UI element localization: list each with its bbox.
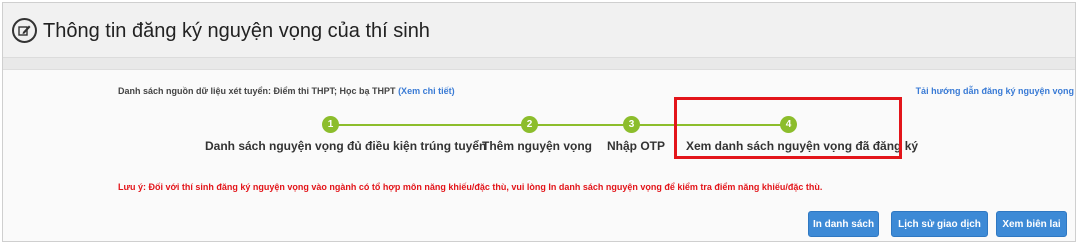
transaction-history-button[interactable]: Lịch sử giao dịch [891, 211, 988, 237]
step-1-label: Danh sách nguyện vọng đủ điều kiện trúng… [205, 139, 487, 153]
step-4-highlight-box [674, 97, 902, 159]
registration-panel: Thông tin đăng ký nguyện vọng của thí si… [2, 2, 1076, 242]
page-title: Thông tin đăng ký nguyện vọng của thí si… [43, 20, 430, 42]
panel-header: Thông tin đăng ký nguyện vọng của thí si… [3, 3, 1075, 58]
data-source-label: Danh sách nguồn dữ liệu xét tuyển: Điểm … [118, 86, 396, 96]
step-2-label: Thêm nguyện vọng [482, 139, 593, 153]
step-3-marker: 3 [623, 116, 640, 133]
edit-icon [12, 18, 37, 43]
print-list-button[interactable]: In danh sách [808, 211, 879, 237]
warning-note: Lưu ý: Đối với thí sinh đăng ký nguyện v… [118, 182, 823, 192]
download-guide-link[interactable]: Tải hướng dẫn đăng ký nguyện vọng [916, 86, 1074, 96]
view-details-link[interactable]: (Xem chi tiết) [398, 86, 455, 96]
step-2-marker: 2 [521, 116, 538, 133]
step-1-marker: 1 [322, 116, 339, 133]
data-source-info: Danh sách nguồn dữ liệu xét tuyển: Điểm … [118, 86, 455, 96]
view-receipt-button[interactable]: Xem biên lai [996, 211, 1067, 237]
step-3-label: Nhập OTP [607, 139, 666, 153]
header-divider-bar [3, 58, 1075, 70]
